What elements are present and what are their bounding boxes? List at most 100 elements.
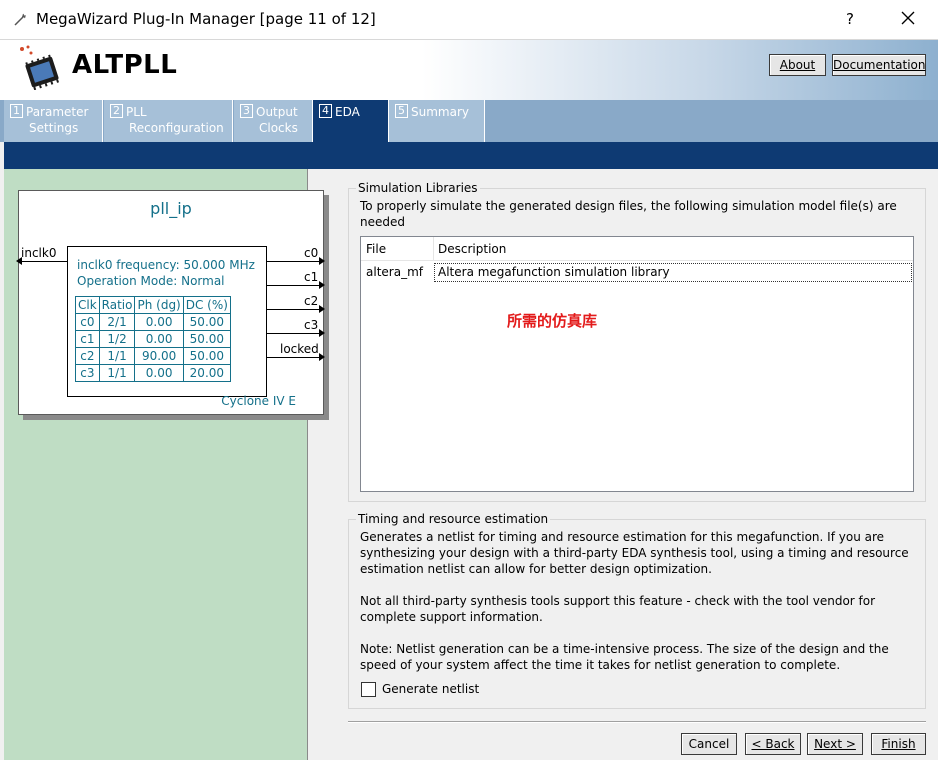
port-c3: c3	[304, 318, 319, 332]
tab-label: EDA	[335, 105, 360, 119]
table-cell: 1/1	[98, 364, 136, 382]
pll-symbol: pll_ip inclk0 frequency: 50.000 MHz Oper…	[18, 190, 324, 415]
column-description[interactable]: Description	[438, 242, 506, 256]
table-cell: 0.00	[134, 364, 184, 382]
file-name: altera_mf	[366, 265, 423, 279]
tab-summary[interactable]: 5 Summary	[389, 100, 485, 142]
wand-icon	[14, 13, 26, 26]
back-button[interactable]: < Back	[745, 733, 801, 755]
operation-mode: Operation Mode: Normal	[77, 274, 225, 288]
table-cell: 2/1	[98, 313, 136, 331]
megafunction-title: ALTPLL	[72, 50, 178, 80]
table-cell: c3	[75, 364, 100, 382]
port-c1: c1	[304, 270, 319, 284]
documentation-button[interactable]: Documentation	[832, 54, 926, 76]
tab-parameter-settings[interactable]: 1 Parameter Settings	[4, 100, 103, 142]
port-arrow-icon	[319, 305, 325, 313]
port-arrow-icon	[319, 353, 325, 361]
pll-info: inclk0 frequency: 50.000 MHz Operation M…	[77, 257, 255, 289]
port-wire	[266, 261, 320, 262]
tab-label: Output	[256, 105, 298, 119]
footer-separator	[348, 721, 926, 723]
timing-estimation-title: Timing and resource estimation	[356, 512, 551, 526]
simulation-file-list[interactable]: File Description altera_mf Altera megafu…	[360, 236, 914, 492]
table-cell: 1/2	[98, 330, 136, 348]
column-separator	[433, 237, 434, 261]
header-cell: Clk	[75, 296, 100, 314]
instance-name: pll_ip	[150, 199, 192, 218]
table-cell: c0	[75, 313, 100, 331]
tab-number: 4	[319, 104, 332, 118]
table-cell: 1/1	[98, 347, 136, 365]
port-locked: locked	[280, 342, 319, 356]
chip-logo-icon	[20, 45, 59, 90]
port-wire	[266, 309, 320, 310]
next-button[interactable]: Next >	[807, 733, 863, 755]
window-title: MegaWizard Plug-In Manager [page 11 of 1…	[36, 10, 376, 28]
table-cell: c2	[75, 347, 100, 365]
clock-table-row: c0 2/1 0.00 50.00	[75, 313, 231, 331]
tab-number: 2	[110, 104, 123, 118]
tab-eda[interactable]: 4 EDA	[313, 100, 389, 142]
port-wire	[266, 333, 320, 334]
simulation-libraries-title: Simulation Libraries	[356, 181, 480, 195]
port-arrow-icon	[16, 257, 22, 265]
table-cell: 50.00	[182, 347, 231, 365]
list-header: File Description	[361, 237, 913, 261]
table-cell: 50.00	[182, 313, 231, 331]
port-inclk0: inclk0	[21, 246, 57, 260]
header-cell: Ratio	[98, 296, 136, 314]
list-item[interactable]: altera_mf Altera megafunction simulation…	[361, 263, 913, 282]
tab-label: Parameter	[26, 105, 89, 119]
simulation-description: To properly simulate the generated desig…	[360, 199, 897, 229]
generate-netlist-checkbox[interactable]	[361, 682, 376, 697]
clock-table-row: c1 1/2 0.00 50.00	[75, 330, 231, 348]
table-cell: 20.00	[182, 364, 231, 382]
port-wire	[20, 261, 67, 262]
clock-table-row: c3 1/1 0.00 20.00	[75, 364, 231, 382]
close-icon[interactable]	[898, 8, 918, 28]
tab-label: PLL	[126, 105, 147, 119]
generate-netlist-label[interactable]: Generate netlist	[382, 682, 479, 696]
timing-paragraph-1: Generates a netlist for timing and resou…	[360, 530, 909, 576]
documentation-label: Documentation	[833, 58, 926, 72]
tab-number: 3	[240, 104, 253, 118]
port-wire	[266, 285, 320, 286]
about-label: About	[779, 58, 816, 72]
port-wire	[266, 357, 320, 358]
tab-label-line2: Clocks	[259, 121, 298, 135]
port-arrow-icon	[319, 257, 325, 265]
pll-info-box: inclk0 frequency: 50.000 MHz Operation M…	[67, 246, 267, 397]
finish-label: Finish	[881, 737, 916, 751]
title-bar: MegaWizard Plug-In Manager [page 11 of 1…	[0, 0, 938, 40]
timing-paragraph-3: Note: Netlist generation can be a time-i…	[360, 642, 889, 672]
header-cell: DC (%)	[182, 296, 231, 314]
table-cell: c1	[75, 330, 100, 348]
next-label: Next >	[814, 737, 856, 751]
column-file[interactable]: File	[366, 242, 386, 256]
about-button[interactable]: About	[769, 54, 826, 76]
table-cell: 0.00	[134, 313, 184, 331]
tab-output-clocks[interactable]: 3 Output Clocks	[234, 100, 313, 142]
port-arrow-icon	[319, 281, 325, 289]
tab-number: 1	[10, 104, 23, 118]
input-frequency: inclk0 frequency: 50.000 MHz	[77, 258, 255, 272]
back-label: < Back	[751, 737, 795, 751]
clock-table: Clk Ratio Ph (dg) DC (%) c0 2/1 0.00 50.…	[75, 296, 231, 382]
port-c2: c2	[304, 294, 319, 308]
cancel-button[interactable]: Cancel	[681, 733, 737, 755]
file-description: Altera megafunction simulation library	[438, 265, 670, 279]
clock-table-header: Clk Ratio Ph (dg) DC (%)	[75, 296, 231, 314]
tab-pll-reconfiguration[interactable]: 2 PLL Reconfiguration	[104, 100, 233, 142]
tab-label-line2: Settings	[29, 121, 79, 135]
tab-content-bar	[4, 142, 938, 169]
tab-number: 5	[395, 104, 408, 118]
finish-button[interactable]: Finish	[871, 733, 926, 755]
device-family: Cyclone IV E	[221, 394, 296, 408]
table-cell: 50.00	[182, 330, 231, 348]
header-cell: Ph (dg)	[134, 296, 184, 314]
tab-label: Summary	[411, 105, 469, 119]
help-button[interactable]: ?	[846, 10, 854, 28]
wizard-header: ALTPLL About Documentation	[0, 40, 938, 100]
annotation-label: 所需的仿真库	[507, 312, 598, 330]
